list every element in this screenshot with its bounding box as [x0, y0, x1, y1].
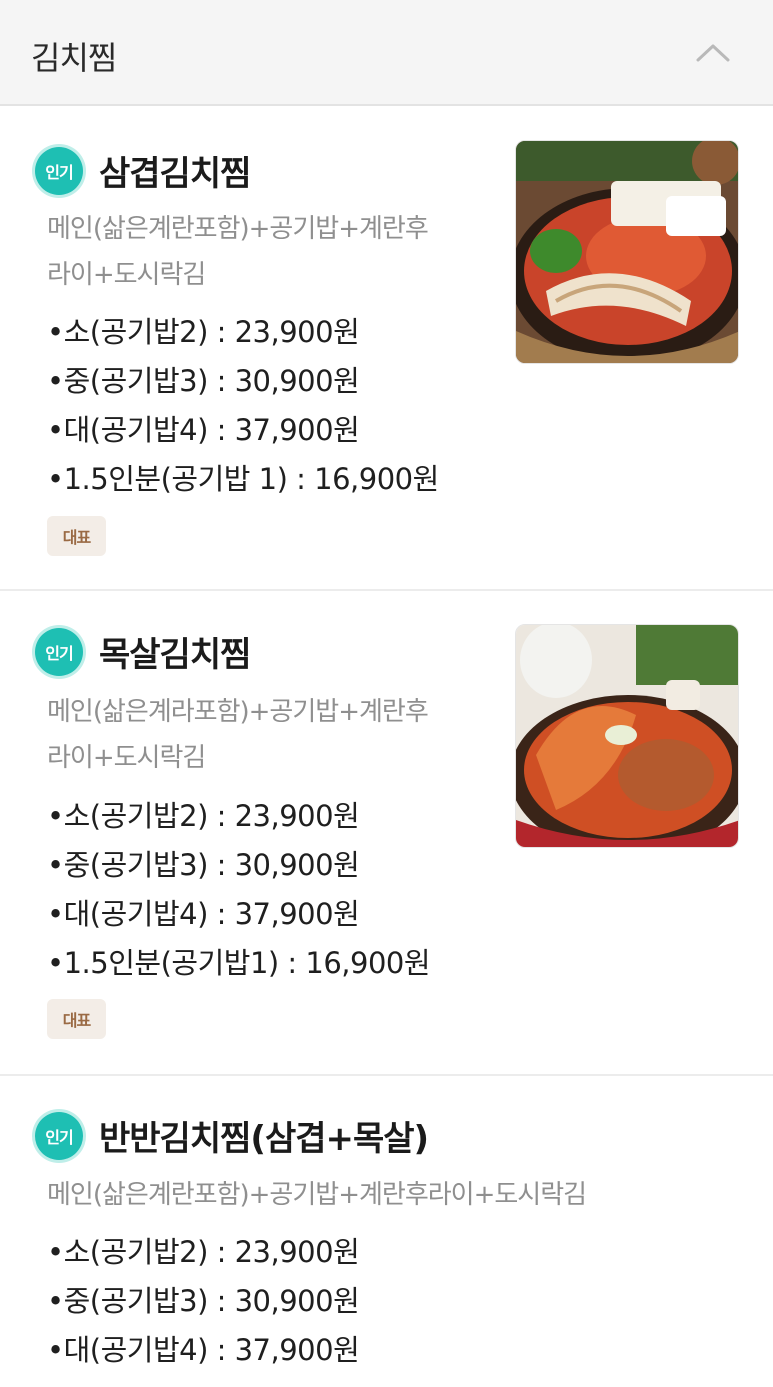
chevron-up-icon[interactable] [690, 32, 736, 72]
menu-item-description: 메인(삶은계란포함)+공기밥+계란후라이+도시락김 [47, 1172, 587, 1218]
menu-item[interactable]: 인기 삼겹김치찜 메인(삶은계란포함)+공기밥+계란후 라이+도시락김 •소(공… [0, 106, 773, 591]
section-header[interactable]: 김치찜 [0, 0, 773, 106]
price-option: •소(공기밥2) : 23,900원 [47, 1235, 360, 1269]
description-line: 메인(삶은계란포함)+공기밥+계란후라이+도시락김 [47, 1180, 587, 1210]
price-option: •소(공기밥2) : 23,900원 [47, 315, 360, 349]
popular-badge: 인기 [35, 627, 83, 676]
moksal-kimchi-jjim-photo[interactable] [515, 624, 739, 848]
representative-tag: 대표 [47, 516, 106, 556]
samgyeop-kimchi-jjim-photo[interactable] [515, 140, 739, 364]
section-title: 김치찜 [31, 39, 117, 77]
menu-item-description: 메인(삶은계라포함)+공기밥+계란후 라이+도시락김 [47, 689, 429, 781]
menu-item-name: 목살김치찜 [99, 635, 251, 675]
description-line: 라이+도시락김 [47, 743, 206, 773]
popular-badge: 인기 [35, 1111, 83, 1160]
price-list: •소(공기밥2) : 23,900원 •중(공기밥3) : 30,900원 •대… [47, 308, 439, 504]
price-option: •1.5인분(공기밥 1) : 16,900원 [47, 462, 439, 496]
representative-tag: 대표 [47, 999, 106, 1039]
price-option: •중(공기밥3) : 30,900원 [47, 848, 360, 882]
price-option: •대(공기밥4) : 37,900원 [47, 413, 360, 447]
popular-badge: 인기 [35, 146, 83, 195]
price-list: •소(공기밥2) : 23,900원 •중(공기밥3) : 30,900원 •대… [47, 1228, 360, 1375]
price-option: •1.5인분(공기밥1) : 16,900원 [47, 946, 431, 980]
price-option: •대(공기밥4) : 37,900원 [47, 1333, 360, 1367]
menu-item-description: 메인(삶은계란포함)+공기밥+계란후 라이+도시락김 [47, 206, 429, 298]
menu-item[interactable]: 인기 반반김치찜(삼겹+목살) 메인(삶은계란포함)+공기밥+계란후라이+도시락… [0, 1076, 773, 1387]
description-line: 메인(삶은계라포함)+공기밥+계란후 [47, 697, 429, 727]
menu-item-name-row: 인기 삼겹김치찜 [35, 146, 251, 195]
menu-item-name: 반반김치찜(삼겹+목살) [99, 1119, 429, 1159]
menu-item[interactable]: 인기 목살김치찜 메인(삶은계라포함)+공기밥+계란후 라이+도시락김 •소(공… [0, 591, 773, 1076]
price-option: •중(공기밥3) : 30,900원 [47, 364, 360, 398]
menu-item-name: 삼겹김치찜 [99, 154, 251, 194]
description-line: 라이+도시락김 [47, 260, 206, 290]
price-option: •중(공기밥3) : 30,900원 [47, 1284, 360, 1318]
menu-item-name-row: 인기 목살김치찜 [35, 627, 251, 676]
price-option: •대(공기밥4) : 37,900원 [47, 897, 360, 931]
price-option: •소(공기밥2) : 23,900원 [47, 799, 360, 833]
description-line: 메인(삶은계란포함)+공기밥+계란후 [47, 214, 429, 244]
price-list: •소(공기밥2) : 23,900원 •중(공기밥3) : 30,900원 •대… [47, 792, 431, 988]
menu-item-name-row: 인기 반반김치찜(삼겹+목살) [35, 1111, 429, 1160]
